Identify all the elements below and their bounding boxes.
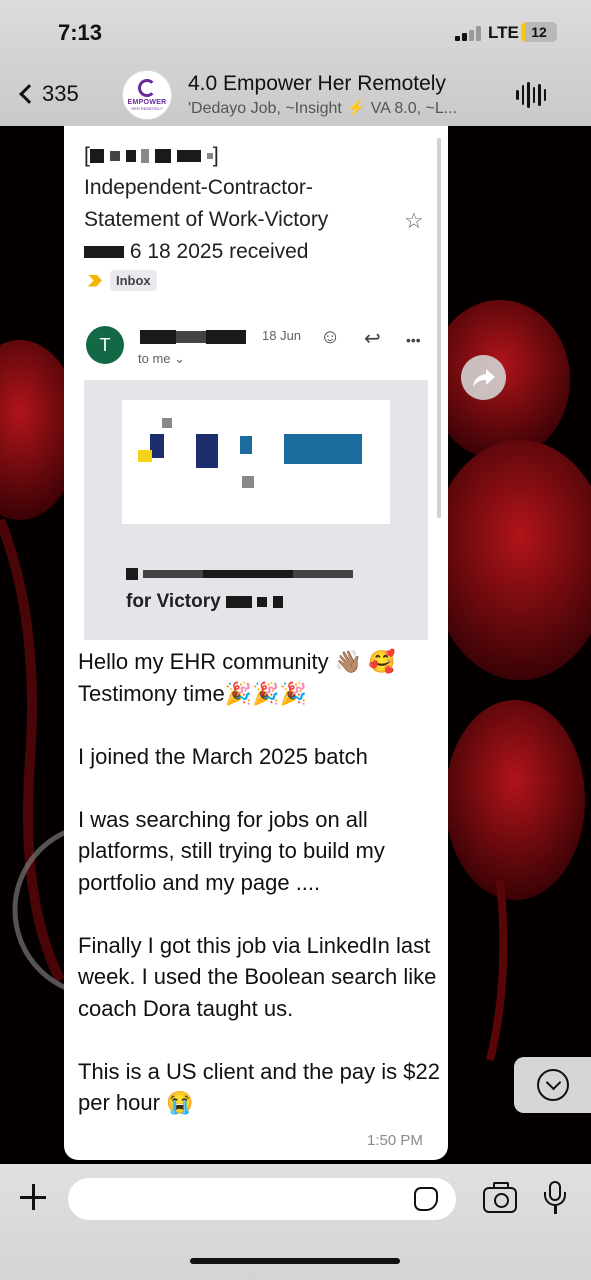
important-label-icon — [88, 274, 102, 287]
network-type: LTE — [488, 23, 519, 42]
scroll-to-bottom-button[interactable] — [514, 1057, 591, 1113]
sticker-button[interactable] — [414, 1187, 438, 1211]
avatar-brand: EMPOWER — [127, 99, 167, 106]
attach-plus-button[interactable] — [18, 1182, 48, 1212]
logo-ring-icon — [138, 79, 156, 97]
microphone-button[interactable] — [542, 1181, 568, 1217]
camera-button[interactable] — [483, 1182, 517, 1213]
battery-level: 12 — [531, 24, 547, 40]
redacted-sender-name — [140, 328, 254, 344]
chat-header: 7:13 LTE 12 335 EMPOWER HER REMOTELY 4.0… — [0, 0, 591, 126]
sender-avatar: T — [86, 326, 124, 364]
message-input[interactable] — [68, 1178, 456, 1220]
redacted-document-thumbnail — [122, 400, 390, 524]
more-options-icon: ••• — [406, 332, 421, 348]
back-button[interactable]: 335 — [14, 76, 104, 112]
battery-icon: 12 — [521, 22, 557, 42]
chevron-down-circle-icon — [536, 1069, 569, 1101]
email-subject-line3: 6 18 2025 received — [84, 236, 384, 268]
message-bubble[interactable]: [ ] Independent-Contractor- Statement of… — [64, 126, 448, 1160]
attachment-name-line2: for Victory — [126, 588, 396, 616]
avatar-subtext: HER REMOTELY — [131, 106, 163, 111]
bubble-scroll-indicator — [437, 138, 441, 518]
attachment-name-text: for Victory — [126, 591, 221, 612]
redacted-subject-line: [ ] — [84, 144, 219, 167]
emoji-icon: ☺ — [320, 326, 341, 348]
cellular-signal-icon — [455, 25, 483, 41]
redacted-attachment-line — [126, 560, 396, 588]
label-row: Inbox — [88, 270, 157, 291]
audio-call-button[interactable] — [516, 82, 546, 108]
attachment-preview: for Victory — [84, 380, 428, 640]
forward-button[interactable] — [461, 355, 506, 400]
status-time: 7:13 — [58, 20, 103, 45]
group-title[interactable]: 4.0 Empower Her Remotely — [188, 72, 446, 96]
message-text: Hello my EHR community 👋🏽 🥰 Testimony ti… — [78, 649, 440, 1115]
group-avatar[interactable]: EMPOWER HER REMOTELY — [122, 70, 172, 120]
email-date: 18 Jun — [262, 328, 302, 343]
inbox-label: Inbox — [110, 270, 157, 291]
attachment-name: for Victory — [126, 560, 396, 616]
email-subject-line1: Independent-Contractor- — [84, 176, 313, 199]
email-subject: [ ] Independent-Contractor- Statement of… — [84, 140, 384, 268]
home-indicator — [190, 1258, 400, 1264]
chevron-left-icon — [19, 84, 39, 104]
group-members[interactable]: 'Dedayo Job, ~Insight ⚡ VA 8.0, ~L... — [188, 98, 493, 118]
reply-icon: ↩ — [364, 328, 381, 350]
forward-icon — [472, 368, 495, 387]
email-subject-tail: 6 18 2025 received — [129, 240, 309, 263]
recipients-toggle: to me ⌄ — [138, 351, 186, 366]
star-icon: ☆ — [404, 208, 424, 233]
message-timestamp: 1:50 PM — [367, 1132, 423, 1149]
email-subject-line2: Statement of Work-Victory — [84, 208, 329, 231]
unread-count: 335 — [42, 81, 79, 106]
